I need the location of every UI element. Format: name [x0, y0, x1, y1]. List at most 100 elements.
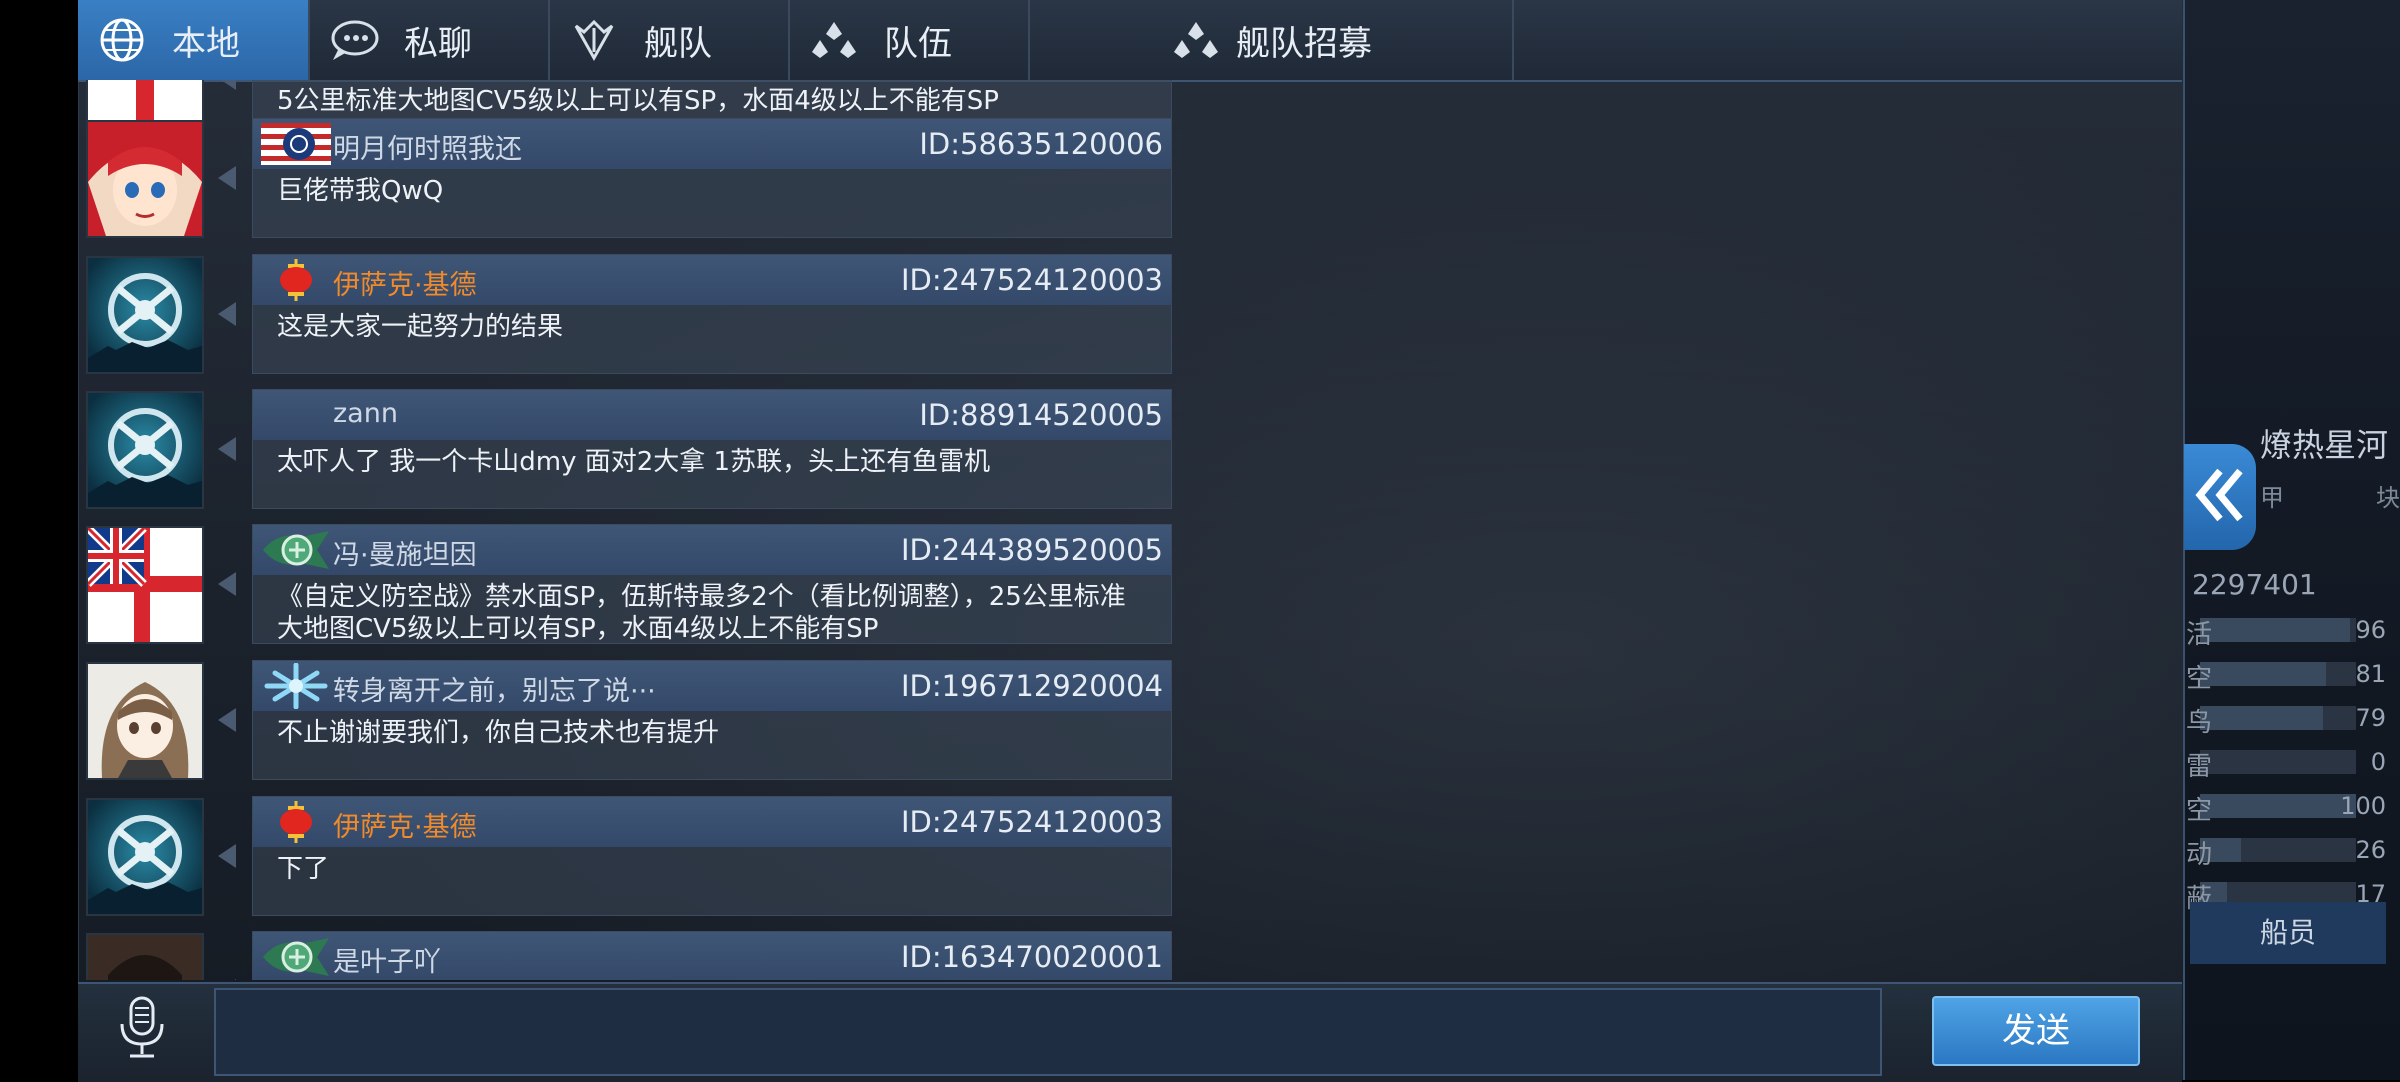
message-text: 5公里标准大地图CV5级以上可以有SP，水面4级以上不能有SP — [277, 86, 999, 116]
message-header: 冯·曼施坦因 ID:244389520005 — [253, 525, 1171, 575]
stat-label: 空 — [2186, 796, 2213, 826]
dark-portrait-avatar[interactable] — [86, 933, 204, 980]
collapse-panel-button[interactable] — [2184, 444, 2256, 550]
message-header: zann ID:88914520005 — [253, 390, 1171, 440]
chat-message: 是叶子吖 ID:163470020001 — [78, 931, 1178, 980]
tab-team[interactable]: 队伍 — [790, 0, 1030, 80]
stat-value: 0 — [2370, 748, 2386, 776]
stat-bar — [2200, 794, 2356, 818]
sender-id: ID:88914520005 — [919, 398, 1163, 432]
stat-bar-fill — [2200, 662, 2327, 686]
stat-value: 100 — [2340, 792, 2386, 820]
double-chevron-left-icon — [2194, 467, 2246, 527]
bubble-pointer — [218, 572, 236, 596]
chat-bubble-icon — [328, 14, 380, 66]
sender-id: ID:247524120003 — [900, 263, 1163, 297]
bubble-pointer — [218, 80, 236, 90]
stat-label: 活 — [2186, 620, 2213, 650]
message-text: 太吓人了 我一个卡山dmy 面对2大拿 1苏联，头上还有鱼雷机 — [277, 447, 991, 477]
sender-id: ID:196712920004 — [900, 669, 1163, 703]
chat-tab-bar: 本地 私聊 舰队 队伍 舰队招募 — [78, 0, 2182, 82]
stat-bar-fill — [2200, 706, 2324, 730]
stat-bar — [2200, 662, 2356, 686]
message-bubble[interactable]: 是叶子吖 ID:163470020001 — [252, 931, 1172, 980]
chat-message: 冯·曼施坦因 ID:244389520005 《自定义防空战》禁水面SP，伍斯特最多… — [78, 524, 1178, 648]
sender-name[interactable]: 冯·曼施坦因 — [333, 533, 477, 572]
message-input[interactable] — [214, 988, 1882, 1076]
background-uid: 2297401 — [2192, 568, 2317, 601]
stat-label: 动 — [2186, 840, 2213, 870]
snowflake-badge-icon — [261, 663, 331, 709]
send-button[interactable]: 发送 — [1932, 996, 2140, 1066]
bubble-pointer — [218, 708, 236, 732]
anime-red-hair-girl-avatar[interactable] — [86, 120, 204, 238]
bubble-pointer — [218, 302, 236, 326]
lantern-badge-icon — [261, 801, 331, 843]
background-side-labels: 甲 块 — [2260, 484, 2400, 512]
chat-message: 明月何时照我还 ID:58635120006 巨佬带我QwQ — [78, 118, 1178, 242]
message-text: 这是大家一起努力的结果 — [277, 312, 564, 342]
stat-value: 79 — [2355, 704, 2386, 732]
sender-id: ID:58635120006 — [919, 127, 1163, 161]
message-bubble[interactable]: 明月何时照我还 ID:58635120006 巨佬带我QwQ — [252, 118, 1172, 238]
tab-fleet[interactable]: 舰队 — [550, 0, 790, 80]
sender-name[interactable]: 明月何时照我还 — [333, 127, 522, 166]
stat-bar — [2200, 618, 2356, 642]
flag-white-ensign-avatar[interactable] — [86, 526, 204, 644]
stat-value: 26 — [2355, 836, 2386, 864]
background-username: 燎热星河 — [2260, 426, 2389, 464]
message-header: 伊萨克·基德 ID:247524120003 — [253, 797, 1171, 847]
team-icon — [1170, 14, 1222, 66]
bubble-pointer — [218, 979, 236, 980]
green-emblem-badge-icon — [261, 936, 331, 978]
navy-emblem-avatar[interactable] — [86, 256, 204, 374]
tab-fleet-recruit[interactable]: 舰队招募 — [1030, 0, 1514, 80]
stat-bar — [2200, 706, 2356, 730]
sender-name[interactable]: zann — [333, 398, 398, 429]
green-emblem-badge-icon — [261, 529, 331, 571]
sender-name[interactable]: 转身离开之前，别忘了说··· — [333, 669, 656, 708]
team-icon — [808, 14, 860, 66]
message-bubble[interactable]: 冯·曼施坦因 ID:244389520005 《自定义防空战》禁水面SP，伍斯特最多… — [252, 524, 1172, 644]
message-bubble[interactable]: 转身离开之前，别忘了说··· ID:196712920004 不止谢谢要我们，你自己… — [252, 660, 1172, 780]
message-header: 转身离开之前，别忘了说··· ID:196712920004 — [253, 661, 1171, 711]
us-flag-badge-icon — [261, 123, 331, 165]
message-bubble[interactable]: 伊萨克·基德 ID:247524120003 这是大家一起努力的结果 — [252, 254, 1172, 374]
message-text: 《自定义防空战》禁水面SP，伍斯特最多2个（看比例调整），25公里标准大地图CV… — [277, 582, 1126, 644]
fleet-icon — [568, 14, 620, 66]
microphone-button[interactable] — [106, 990, 178, 1070]
bubble-pointer — [218, 844, 236, 868]
stat-label: 鸟 — [2186, 708, 2213, 738]
message-header: 是叶子吖 ID:163470020001 — [253, 932, 1171, 980]
chat-message: 伊萨克·基德 ID:247524120003 下了 — [78, 796, 1178, 920]
navy-emblem-avatar[interactable] — [86, 391, 204, 509]
bubble-pointer — [218, 437, 236, 461]
chat-message: 转身离开之前，别忘了说··· ID:196712920004 不止谢谢要我们，你自己… — [78, 660, 1178, 784]
navy-emblem-avatar[interactable] — [86, 798, 204, 916]
sender-id: ID:244389520005 — [900, 533, 1163, 567]
stat-bar — [2200, 750, 2356, 774]
message-bubble[interactable]: 伊萨克·基德 ID:247524120003 下了 — [252, 796, 1172, 916]
crew-button[interactable]: 船员 — [2190, 902, 2386, 964]
sender-id: ID:163470020001 — [900, 940, 1163, 974]
stat-bar-fill — [2200, 618, 2350, 642]
anime-brown-hair-girl-avatar[interactable] — [86, 662, 204, 780]
bubble-pointer — [218, 166, 236, 190]
stat-label: 空 — [2186, 664, 2213, 694]
microphone-icon — [116, 996, 168, 1064]
message-text: 下了 — [277, 854, 330, 884]
chat-message: 伊萨克·基德 ID:247524120003 这是大家一起努力的结果 — [78, 254, 1178, 378]
sender-name[interactable]: 是叶子吖 — [333, 940, 441, 979]
sender-id: ID:247524120003 — [900, 805, 1163, 839]
tab-private-chat[interactable]: 私聊 — [310, 0, 550, 80]
message-list[interactable]: 5公里标准大地图CV5级以上可以有SP，水面4级以上不能有SP 明月何时照我还 ID… — [78, 80, 1178, 980]
tab-local[interactable]: 本地 — [78, 0, 310, 80]
message-header: 明月何时照我还 ID:58635120006 — [253, 119, 1171, 169]
sender-name[interactable]: 伊萨克·基德 — [333, 263, 477, 302]
message-bubble[interactable]: zann ID:88914520005 太吓人了 我一个卡山dmy 面对2大拿 1苏… — [252, 389, 1172, 509]
stat-bar-fill — [2200, 794, 2356, 818]
message-text: 不止谢谢要我们，你自己技术也有提升 — [277, 718, 720, 748]
sender-name[interactable]: 伊萨克·基德 — [333, 805, 477, 844]
lantern-badge-icon — [261, 259, 331, 301]
message-text: 巨佬带我QwQ — [277, 176, 444, 206]
